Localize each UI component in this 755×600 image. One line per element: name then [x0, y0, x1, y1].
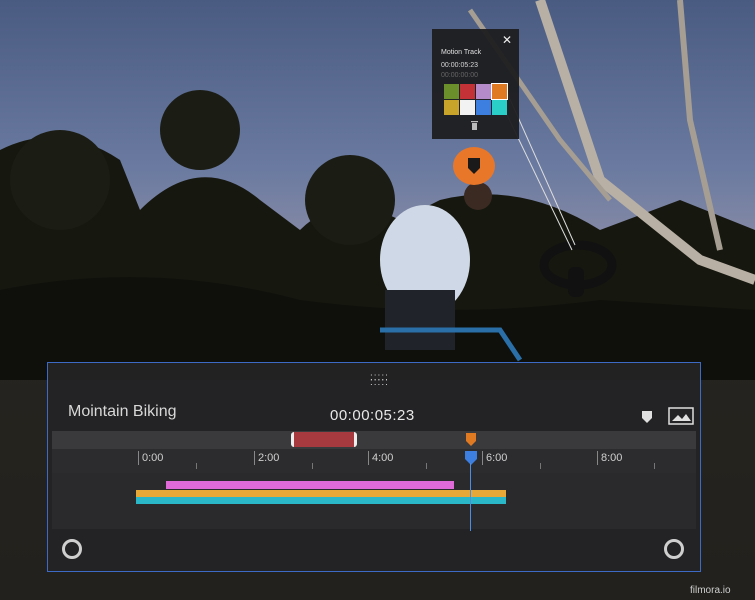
motion-track-marker-icon[interactable] — [452, 146, 496, 186]
watermark: filmora.io — [690, 585, 731, 596]
trash-icon[interactable] — [470, 120, 479, 130]
right-scroll-handle[interactable] — [664, 539, 684, 559]
popup-timecode: 00:00:05:23 — [441, 62, 478, 69]
keyframe-marker-icon[interactable] — [466, 433, 476, 446]
ruler-label: 2:00 — [254, 451, 279, 465]
color-swatch-grid — [444, 83, 510, 115]
scrub-bar[interactable] — [52, 431, 696, 449]
playhead-icon[interactable] — [465, 451, 477, 465]
color-swatch[interactable] — [476, 84, 491, 99]
clip-range-marker[interactable] — [291, 432, 357, 447]
marker-pin-icon[interactable] — [642, 411, 652, 423]
ruler-label: 6:00 — [482, 451, 507, 465]
playhead-line — [470, 463, 471, 533]
color-swatch[interactable] — [460, 100, 475, 115]
timeline-panel: :::::::::: Mointain Biking 00:00:05:23 0… — [47, 362, 701, 572]
color-swatch[interactable] — [460, 84, 475, 99]
current-timecode: 00:00:05:23 — [330, 407, 415, 424]
ruler-label: 4:00 — [368, 451, 393, 465]
ruler-minor-tick — [426, 463, 427, 469]
timeline-footer — [52, 531, 696, 569]
track-bar-cyan[interactable] — [136, 497, 506, 504]
ruler-label: 0:00 — [138, 451, 163, 465]
track-bar-pink[interactable] — [166, 481, 454, 489]
ruler-minor-tick — [654, 463, 655, 469]
color-swatch[interactable] — [476, 100, 491, 115]
motion-track-popup: ✕ Motion Track 00:00:05:23 00:00:00:00 — [432, 29, 519, 139]
color-swatch[interactable] — [444, 84, 459, 99]
drag-grip-icon[interactable]: :::::::::: — [370, 373, 389, 388]
color-swatch[interactable] — [444, 100, 459, 115]
left-scroll-handle[interactable] — [62, 539, 82, 559]
ruler-minor-tick — [540, 463, 541, 469]
color-swatch[interactable] — [492, 100, 507, 115]
popup-title: Motion Track — [441, 49, 482, 56]
popup-timecode-secondary: 00:00:00:00 — [441, 72, 478, 79]
close-icon[interactable]: ✕ — [502, 33, 512, 47]
ruler-label: 8:00 — [597, 451, 622, 465]
ruler-minor-tick — [312, 463, 313, 469]
ruler-minor-tick — [196, 463, 197, 469]
color-swatch-selected[interactable] — [491, 83, 508, 100]
thumbnail-view-icon[interactable] — [668, 407, 694, 425]
clip-title: Mointain Biking — [68, 403, 177, 420]
